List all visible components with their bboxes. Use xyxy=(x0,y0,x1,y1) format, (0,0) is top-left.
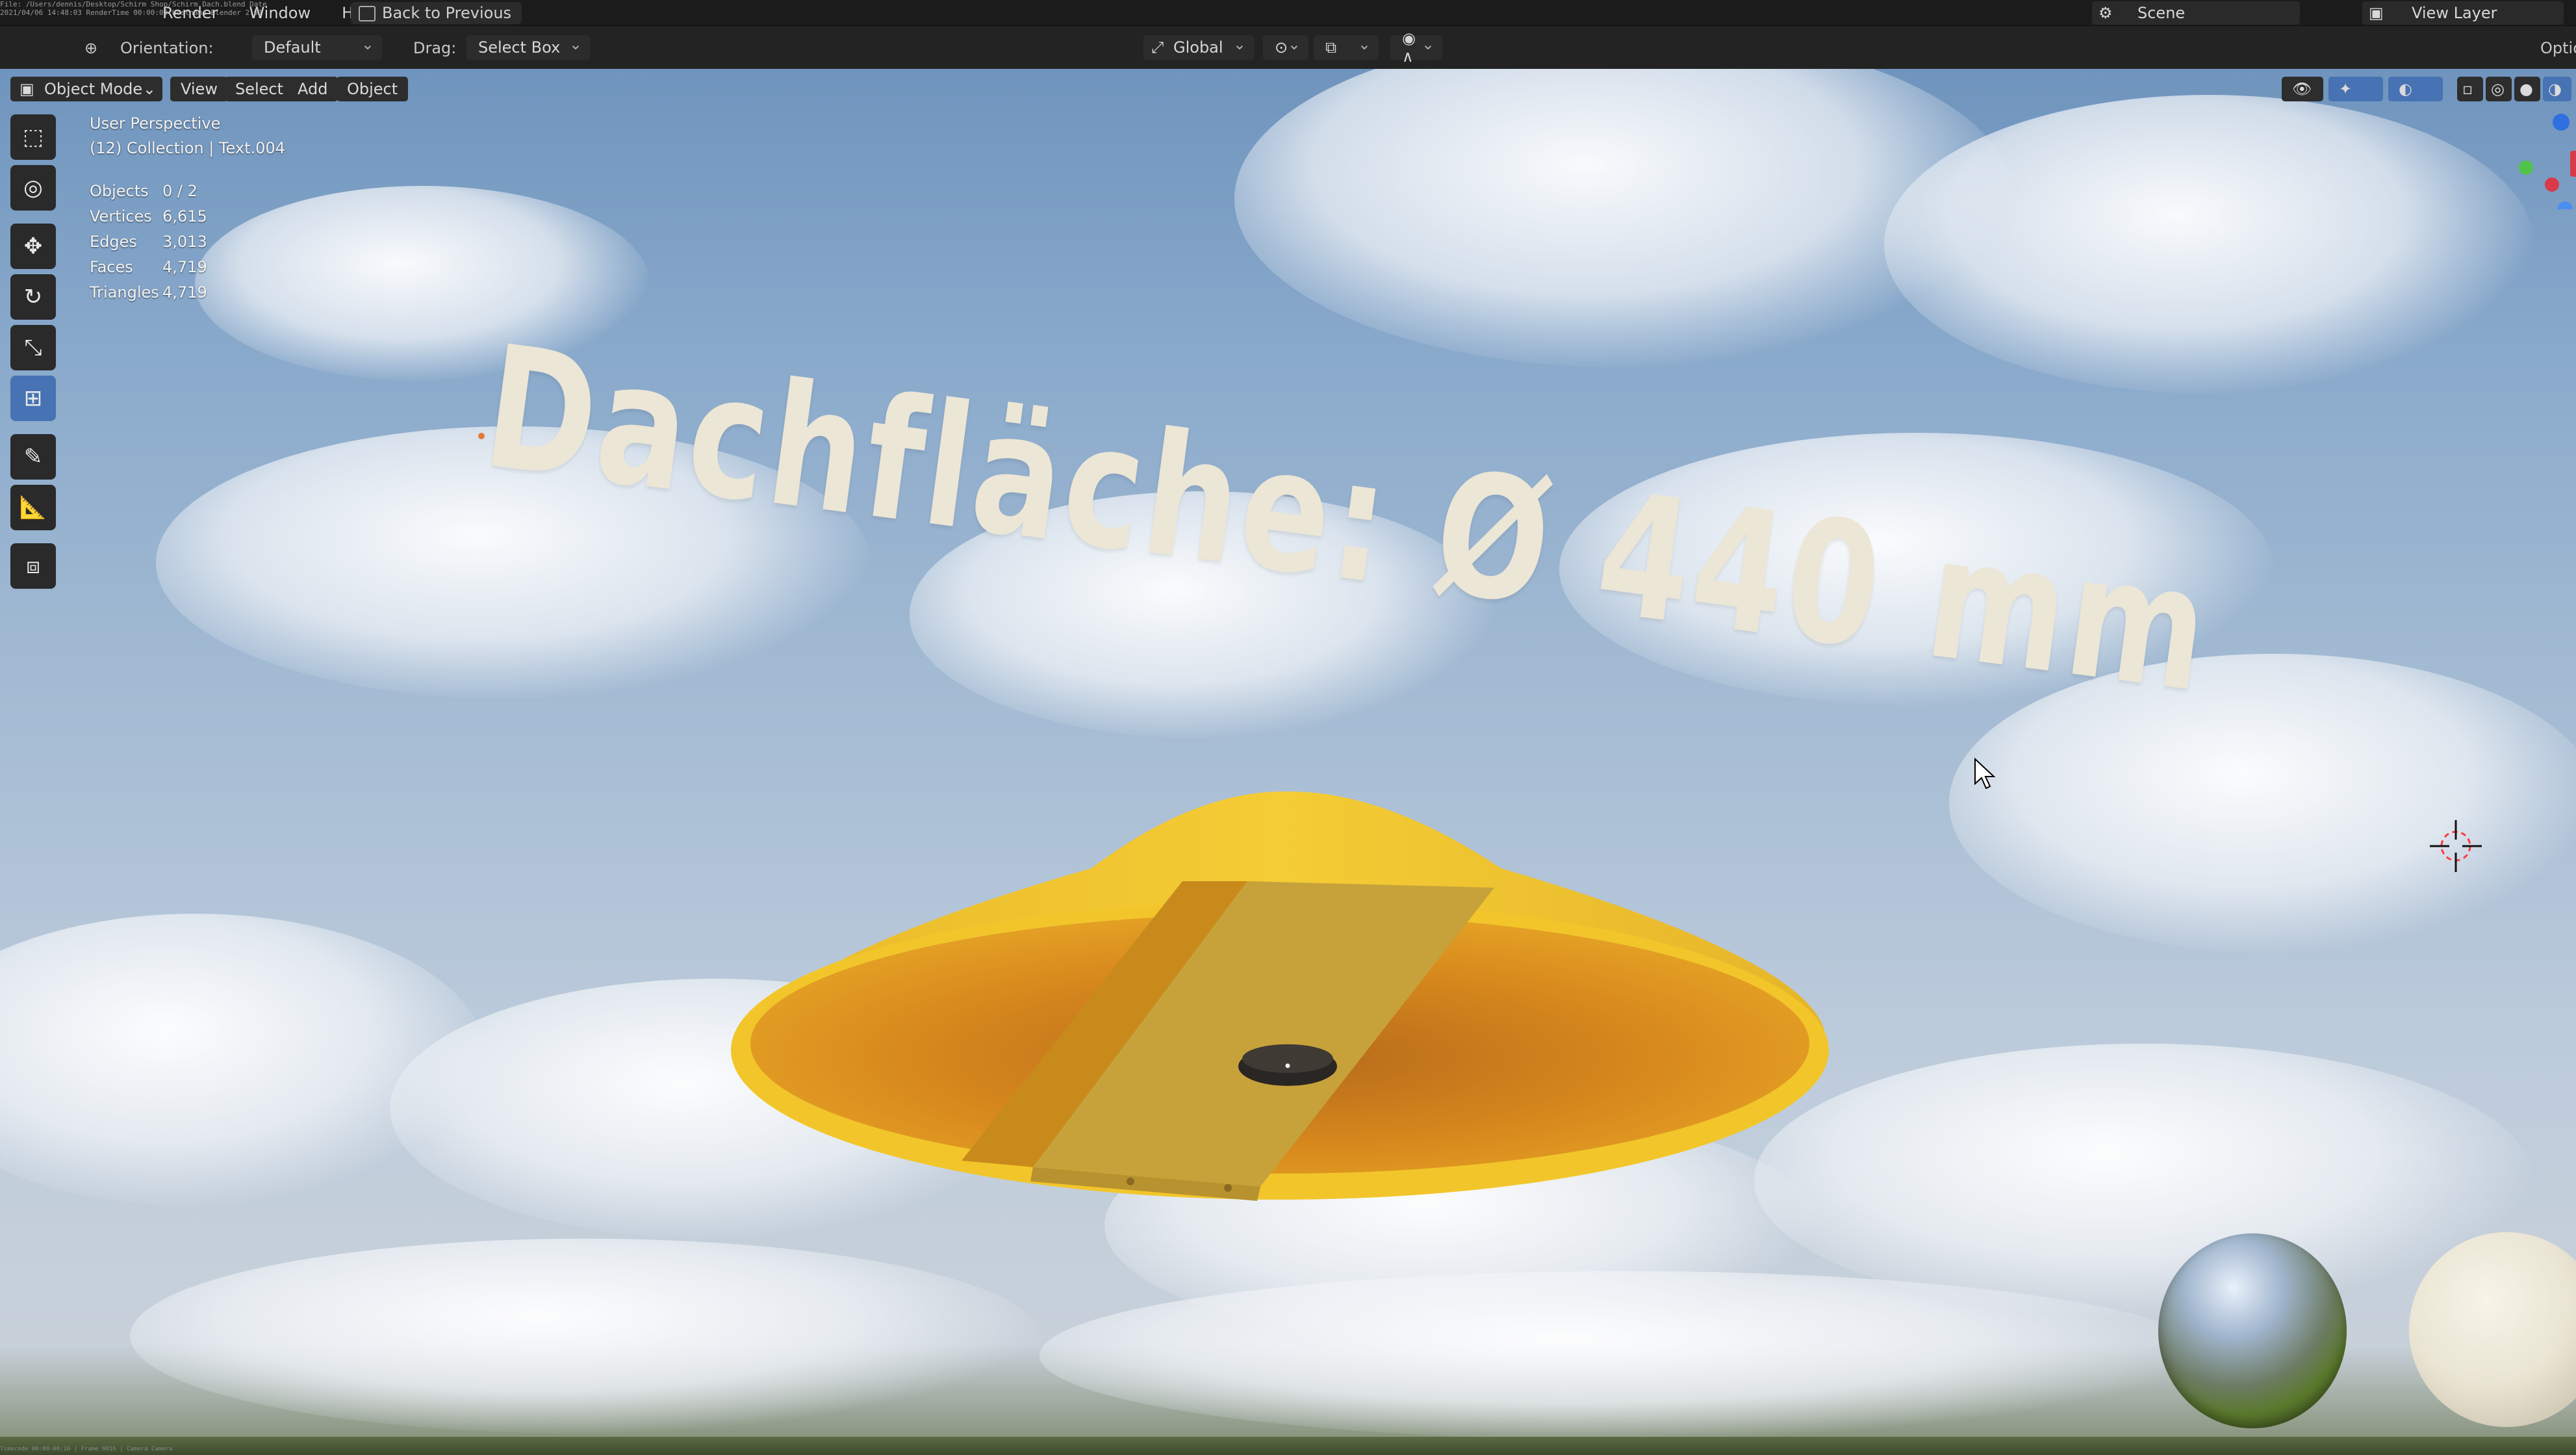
left-toolbar: ⬚ ◎ ✥ ↻ ⤡ ⊞ ✎ 📐 ⧈ xyxy=(10,114,58,594)
3d-viewport[interactable]: ▣ Object Mode ⌄ View Select Add Object 👁… xyxy=(0,69,2576,1455)
pivot-point-dropdown[interactable]: ⊙ xyxy=(1263,35,1308,60)
measure-icon[interactable]: 📐 xyxy=(10,485,56,530)
rotate-icon[interactable]: ↻ xyxy=(10,274,56,320)
stat-row: Edges 3,013 xyxy=(90,229,207,254)
object-mode-icon: ▣ xyxy=(19,80,34,98)
object-origin-dot xyxy=(478,433,485,439)
view-perspective-label: User Perspective xyxy=(90,114,221,133)
axis-icon: ⤢ xyxy=(1151,38,1164,57)
drag-label: Drag: xyxy=(413,39,457,57)
select-menu[interactable]: Select xyxy=(225,77,294,101)
proportional-edit-toggle[interactable]: ◉ ∧ xyxy=(1390,29,1442,66)
stat-value: 6,615 xyxy=(162,207,207,225)
stat-key: Edges xyxy=(90,232,137,251)
active-collection-label: (12) Collection | Text.004 xyxy=(90,139,285,157)
snap-icon: ⧉ xyxy=(1325,38,1337,57)
back-to-previous-label: Back to Previous xyxy=(382,4,512,22)
stat-value: 0 / 2 xyxy=(162,181,198,200)
menu-render[interactable]: Render xyxy=(162,4,218,22)
umbrella-roof-model[interactable] xyxy=(728,719,1832,1213)
hdri-reflection-sphere xyxy=(2158,1233,2347,1428)
y-axis-icon[interactable] xyxy=(2519,161,2533,175)
window-icon xyxy=(359,6,376,21)
snap-dropdown[interactable]: ⧉ xyxy=(1314,35,1379,60)
stat-row: Triangles 4,719 xyxy=(90,279,207,305)
chevron-down-icon: ⌄ xyxy=(142,80,156,98)
neg-z-axis-icon[interactable] xyxy=(2557,201,2573,209)
transform-orientation-value: Global xyxy=(1173,38,1223,57)
stat-row: Vertices 6,615 xyxy=(90,203,207,229)
3d-cursor-icon[interactable] xyxy=(2430,820,2482,872)
stat-row: Faces 4,719 xyxy=(90,254,207,279)
cloud xyxy=(1884,95,2534,394)
move-icon[interactable]: ✥ xyxy=(10,224,56,269)
stat-row: Objects 0 / 2 xyxy=(90,178,207,203)
stat-key: Objects xyxy=(90,181,149,200)
top-menubar: File: /Users/dennis/Desktop/Schirm Shop/… xyxy=(0,0,2576,26)
menu-window[interactable]: Window xyxy=(249,4,311,22)
object-mode-dropdown[interactable]: ▣ Object Mode ⌄ xyxy=(10,77,162,101)
stat-key: Triangles xyxy=(90,283,159,302)
cloud xyxy=(1754,1044,2534,1317)
object-menu[interactable]: Object xyxy=(337,77,409,101)
view-layer-icon: ▣ xyxy=(2369,4,2384,22)
xray-icon[interactable]: ▫ xyxy=(2457,77,2483,101)
z-axis-icon[interactable] xyxy=(2553,114,2570,131)
view-layer-label: View Layer xyxy=(2412,4,2497,22)
select-box-icon[interactable]: ⬚ xyxy=(10,114,56,160)
pivot-icon: ⊙ xyxy=(1275,38,1288,57)
transform-orientation-dropdown[interactable]: ⤢ Global xyxy=(1143,35,1254,60)
cloud xyxy=(130,1239,1039,1434)
material-preview-shading-icon[interactable]: ◑ xyxy=(2543,77,2571,101)
scene-icon: ⚙ xyxy=(2098,4,2113,22)
stat-value: 4,719 xyxy=(162,283,207,302)
add-menu[interactable]: Add xyxy=(287,77,338,101)
gizmo-edge-icon xyxy=(2570,151,2576,177)
view-layer-selector[interactable]: ▣ View Layer xyxy=(2362,1,2564,25)
visibility-icon[interactable]: 👁 xyxy=(2282,77,2323,101)
scene-selector[interactable]: ⚙ Scene xyxy=(2092,1,2300,25)
tool-header: ⊕ Orientation: Default Drag: Select Box … xyxy=(0,26,2576,69)
orientation-label: Orientation: xyxy=(120,39,214,57)
cursor-icon[interactable]: ◎ xyxy=(10,165,56,211)
object-mode-label: Object Mode xyxy=(44,80,143,98)
stat-value: 4,719 xyxy=(162,257,207,276)
transform-pivot-icon[interactable]: ⊕ xyxy=(84,39,97,57)
drag-dropdown[interactable]: Select Box xyxy=(466,35,590,60)
navigation-gizmo[interactable] xyxy=(2513,112,2576,209)
x-axis-icon[interactable] xyxy=(2545,177,2559,192)
cloud xyxy=(1039,1271,2209,1440)
scene-label: Scene xyxy=(2137,4,2186,22)
stat-key: Vertices xyxy=(90,207,152,225)
back-to-previous-button[interactable]: Back to Previous xyxy=(351,2,522,24)
stat-value: 3,013 xyxy=(162,232,207,251)
options-label[interactable]: Options xyxy=(2540,39,2576,57)
orientation-dropdown[interactable]: Default xyxy=(252,35,382,60)
transform-icon[interactable]: ⊞ xyxy=(10,376,56,421)
wireframe-shading-icon[interactable]: ◎ xyxy=(2486,77,2512,101)
scale-icon[interactable]: ⤡ xyxy=(10,325,56,370)
mouse-pointer-icon xyxy=(1974,758,1996,790)
gizmo-toggle-icon[interactable]: ✦ xyxy=(2328,77,2383,101)
proportional-edit-icon: ◉ ∧ xyxy=(1402,29,1416,66)
view-menu[interactable]: View xyxy=(170,77,228,101)
stat-key: Faces xyxy=(90,257,133,276)
scene-statistics: Objects 0 / 2 Vertices 6,615 Edges 3,013 Fa… xyxy=(90,178,207,305)
overlay-toggle-icon[interactable]: ◐ xyxy=(2388,77,2443,101)
render-info-bar: Timecode 00:00:00:16 | Frame 0016 | Came… xyxy=(0,1446,173,1452)
annotate-icon[interactable]: ✎ xyxy=(10,434,56,480)
solid-shading-icon[interactable]: ● xyxy=(2514,77,2540,101)
add-cube-icon[interactable]: ⧈ xyxy=(10,543,56,589)
